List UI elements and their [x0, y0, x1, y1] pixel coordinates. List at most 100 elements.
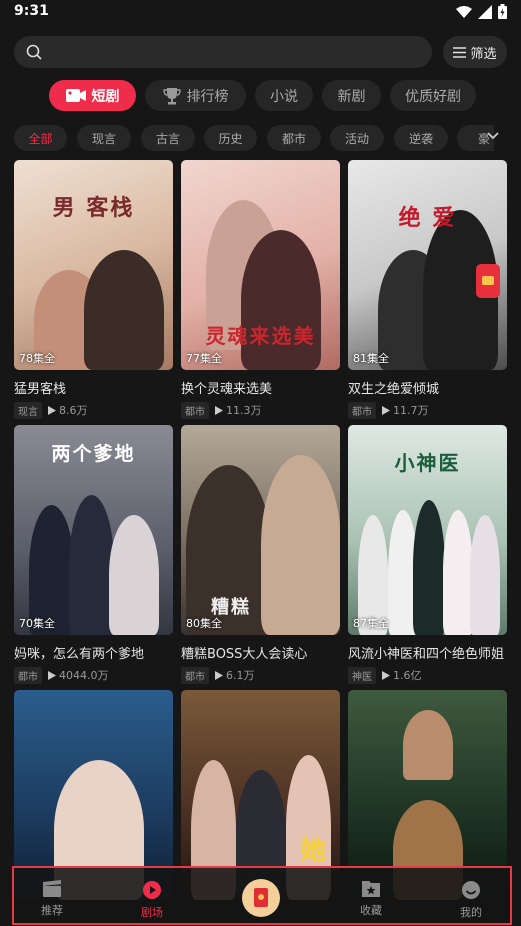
- drama-card[interactable]: 男 客栈 78集全 猛男客栈 现言 8.6万: [14, 160, 173, 419]
- tab-new[interactable]: 新剧: [322, 80, 381, 111]
- episode-count: 70集全: [19, 617, 55, 630]
- tab-short-drama[interactable]: 短剧: [49, 80, 136, 111]
- genre-tag: 都市: [14, 666, 42, 684]
- drama-card[interactable]: 小神医 87集全 风流小神医和四个绝色师姐 神医 1.6亿: [348, 425, 507, 684]
- genre-tag: 现言: [14, 401, 42, 419]
- genre-chip[interactable]: 都市: [267, 125, 321, 151]
- genre-tag: 都市: [348, 401, 376, 419]
- trophy-icon: [162, 87, 181, 104]
- card-title: 换个灵魂来选美: [181, 382, 273, 397]
- card-title: 妈咪，怎么有两个爹地: [14, 647, 145, 662]
- search-row: 筛选: [14, 36, 507, 68]
- tab-novel[interactable]: 小说: [255, 80, 313, 111]
- genre-tag: 都市: [181, 401, 209, 419]
- bookmark-star-icon: [362, 881, 380, 897]
- tab-ranking[interactable]: 排行榜: [145, 80, 246, 111]
- card-title: 风流小神医和四个绝色师姐: [348, 647, 505, 662]
- play-icon: [215, 670, 223, 680]
- tab-label: 剧场: [141, 906, 163, 919]
- card-meta: 神医 1.6亿: [348, 666, 507, 684]
- view-count: 1.6亿: [382, 667, 422, 683]
- view-count: 4044.0万: [48, 667, 109, 683]
- card-meta: 现言 8.6万: [14, 401, 173, 419]
- tab-label: 收藏: [360, 904, 382, 917]
- tab-label: 小说: [270, 88, 298, 105]
- tab-recommend[interactable]: 推荐: [22, 880, 82, 918]
- card-title: 糟糕BOSS大人会读心: [181, 647, 308, 662]
- poster: 男 客栈 78集全: [14, 160, 173, 370]
- play-icon: [48, 670, 56, 680]
- poster-title: 小神医: [394, 451, 461, 475]
- status-bar: 9:31: [0, 0, 521, 26]
- search-input[interactable]: [14, 36, 432, 68]
- genre-tag: 都市: [181, 666, 209, 684]
- battery-icon: [498, 4, 507, 19]
- chevron-down-icon[interactable]: [485, 128, 501, 144]
- status-icons: [456, 4, 507, 19]
- genre-chip[interactable]: 活动: [330, 125, 384, 151]
- card-title: 猛男客栈: [14, 382, 67, 397]
- filter-button[interactable]: 筛选: [443, 36, 507, 68]
- card-meta: 都市 11.7万: [348, 401, 507, 419]
- genre-chip[interactable]: 历史: [204, 125, 257, 151]
- card-meta: 都市 11.3万: [181, 401, 340, 419]
- genre-chip[interactable]: 古言: [141, 125, 195, 151]
- signal-icon: [478, 4, 492, 19]
- episode-count: 80集全: [186, 617, 222, 630]
- poster: 两个爹地 70集全: [14, 425, 173, 635]
- episode-count: 87集全: [353, 617, 389, 630]
- drama-card[interactable]: 糟糕 80集全 糟糕BOSS大人会读心 都市 6.1万: [181, 425, 340, 684]
- tab-favorites[interactable]: 收藏: [341, 880, 401, 918]
- episode-count: 78集全: [19, 352, 55, 365]
- play-icon: [48, 405, 56, 415]
- drama-card[interactable]: 两个爹地 70集全 妈咪，怎么有两个爹地 都市 4044.0万: [14, 425, 173, 684]
- poster-title: 灵魂来选美: [205, 324, 316, 348]
- play-icon: [382, 670, 390, 680]
- tab-label: 排行榜: [186, 88, 229, 105]
- tab-label: 我的: [460, 906, 482, 919]
- genre-chip[interactable]: 全部: [14, 125, 67, 151]
- card-meta: 都市 4044.0万: [14, 666, 173, 684]
- view-count: 11.3万: [215, 402, 262, 418]
- play-circle-icon: [143, 881, 161, 899]
- status-time: 9:31: [14, 3, 49, 19]
- search-icon: [26, 44, 42, 60]
- genre-tag: 神医: [348, 666, 376, 684]
- profile-icon: [462, 881, 480, 899]
- tab-label: 推荐: [41, 904, 63, 917]
- card-title: 双生之绝爱倾城: [348, 382, 440, 397]
- poster: 灵魂来选美 77集全: [181, 160, 340, 370]
- red-envelope-icon[interactable]: [242, 879, 280, 917]
- poster: 糟糕 80集全: [181, 425, 340, 635]
- view-count: 8.6万: [48, 402, 88, 418]
- view-count: 6.1万: [215, 667, 255, 683]
- tab-label: 优质好剧: [405, 88, 461, 105]
- genre-chip[interactable]: 逆袭: [394, 125, 448, 151]
- filter-label: 筛选: [470, 46, 497, 62]
- tab-profile[interactable]: 我的: [441, 880, 501, 920]
- genre-filter-row: 全部 现言 古言 历史 都市 活动 逆袭 豪: [14, 125, 494, 151]
- clapper-icon: [43, 880, 61, 897]
- bottom-tab-bar: 推荐 剧场 收藏 我的: [12, 866, 512, 925]
- wifi-icon: [456, 5, 472, 18]
- card-meta: 都市 6.1万: [181, 666, 340, 684]
- poster-title: 男 客栈: [52, 196, 135, 221]
- play-icon: [382, 405, 390, 415]
- poster-title: 两个爹地: [51, 443, 136, 465]
- drama-card[interactable]: 灵魂来选美 77集全 换个灵魂来选美 都市 11.3万: [181, 160, 340, 419]
- tab-quality[interactable]: 优质好剧: [390, 80, 476, 111]
- poster-title: 绝 爱: [398, 206, 457, 231]
- play-icon: [215, 405, 223, 415]
- episode-count: 81集全: [353, 352, 389, 365]
- genre-chip[interactable]: 现言: [77, 125, 131, 151]
- tab-theater[interactable]: 剧场: [122, 880, 182, 920]
- episode-count: 77集全: [186, 352, 222, 365]
- tab-label: 新剧: [337, 88, 366, 105]
- floating-red-envelope-icon[interactable]: [476, 264, 500, 298]
- video-icon: [65, 89, 86, 102]
- poster-title: 她: [299, 836, 328, 866]
- tab-label: 短剧: [91, 88, 120, 105]
- poster: 小神医 87集全: [348, 425, 507, 635]
- filter-icon: [453, 46, 467, 58]
- view-count: 11.7万: [382, 402, 429, 418]
